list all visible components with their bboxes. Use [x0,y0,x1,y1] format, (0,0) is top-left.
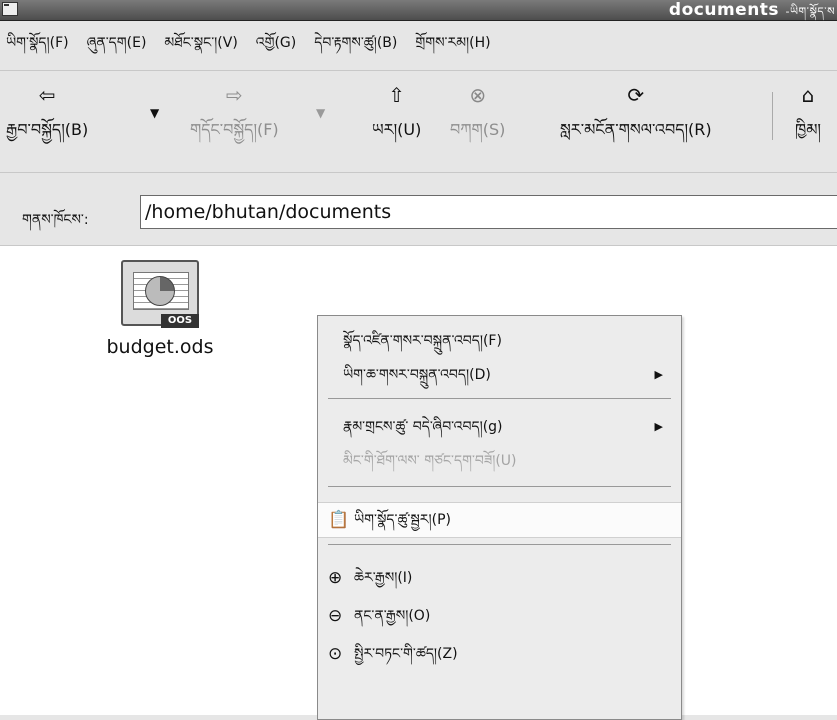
back-arrow-icon: ⇦ [38,83,56,107]
menu-item-clean-up-by-name[interactable]: མིང་གི་ཐོག་ལས་ གཙང་དག་བཟོ།(U) [318,444,681,478]
forward-arrow-icon: ⇨ [225,83,243,107]
submenu-arrow-icon: ▶ [654,368,663,381]
menu-item-zoom-out[interactable]: ⊖ ནང་ན་རྒྱས།(O) [318,599,681,633]
menu-file[interactable]: ཡིག་སྣོད།(F) [6,26,69,66]
context-menu: སྣོད་འཛིན་གསར་བསྐྲུན་འབད།(F) ཡིག་ཆ་གསར་བ… [317,315,682,720]
reload-label: སླར་མངོན་གསལ་འབད།(R) [560,120,712,139]
file-name: budget.ods [106,336,214,358]
stop-icon: ⊗ [469,83,487,107]
menu-separator [328,544,671,545]
spreadsheet-file-icon: OOS [117,260,203,328]
menu-item-label: ཡིག་ཆ་གསར་བསྐྲུན་འབད།(D) [343,367,491,383]
menu-separator [328,486,671,487]
up-arrow-icon: ⇧ [388,83,406,107]
forward-label: གདོང་བསྐྱོད།(F) [190,120,279,139]
forward-history-dropdown[interactable]: ▼ [316,106,325,120]
menu-item-zoom-in[interactable]: ⊕ ཆེར་རྒྱས།(I) [318,561,681,595]
home-icon: ⌂ [801,83,815,107]
up-label: ཡར།(U) [372,120,422,139]
home-label: ཁྱིམ། [795,120,821,139]
menu-item-label: ཡིག་སྣོད་ཚུ་སྦྱར།(P) [354,512,451,528]
toolbar: ⇦ རྒྱབ་བསྐྱོད།(B) ▼ ⇨ གདོང་བསྐྱོད།(F) ▼ … [0,72,837,173]
menu-bar: ཡིག་སྣོད།(F) ཞུན་དག(E) མཐོང་སྣང་།(V) འགྱ… [0,21,837,71]
file-type-badge: OOS [161,314,199,328]
back-button[interactable]: ⇦ རྒྱབ་བསྐྱོད།(B) [6,84,88,157]
menu-item-label: སྣོད་འཛིན་གསར་བསྐྲུན་འབད།(F) [343,333,502,349]
submenu-arrow-icon: ▶ [654,420,663,433]
location-input[interactable]: /home/bhutan/documents [140,195,837,229]
menu-item-create-folder[interactable]: སྣོད་འཛིན་གསར་བསྐྲུན་འབད།(F) [318,324,681,358]
reload-icon: ⟳ [627,83,645,107]
file-item[interactable]: OOS budget.ods [80,260,240,358]
window-title-text: documents [668,0,780,20]
forward-button[interactable]: ⇨ གདོང་བསྐྱོད།(F) [190,84,279,157]
menu-edit[interactable]: ཞུན་དག(E) [87,26,147,66]
location-label: གནས་ཁོངས་: [22,212,89,228]
window-menu-icon[interactable] [2,2,18,16]
menu-item-label: མིང་གི་ཐོག་ལས་ གཙང་དག་བཟོ།(U) [343,453,517,469]
zoom-out-icon: ⊖ [328,606,343,626]
menu-item-arrange-items[interactable]: རྣམ་གྲངས་ཚུ་ བདེ་ཞིབ་འབད།(g) ▶ [318,410,681,444]
zoom-normal-icon: ⊙ [328,644,343,664]
up-button[interactable]: ⇧ ཡར།(U) [372,84,421,157]
menu-view[interactable]: མཐོང་སྣང་།(V) [164,26,237,66]
menu-item-paste-files[interactable]: 📋 ཡིག་སྣོད་ཚུ་སྦྱར།(P) [318,502,681,538]
menu-separator [328,398,671,399]
menu-item-normal-size[interactable]: ⊙ སྤྱིར་བཏང་གི་ཚད།(Z) [318,637,681,671]
menu-help[interactable]: གྲོགས་རམ།(H) [415,26,490,66]
home-button[interactable]: ⌂ ཁྱིམ། [795,84,821,157]
paste-clipboard-icon: 📋 [328,510,350,530]
stop-label: བཀག(S) [450,120,506,139]
location-bar: གནས་ཁོངས་: /home/bhutan/documents [0,173,837,246]
window-title-suffix: -ཡིག་སྣོད་ས [785,5,835,18]
menu-go[interactable]: འགྱོ(G) [256,26,296,66]
menu-item-create-document[interactable]: ཡིག་ཆ་གསར་བསྐྲུན་འབད།(D) ▶ [318,358,681,392]
menu-item-label: རྣམ་གྲངས་ཚུ་ བདེ་ཞིབ་འབད།(g) [343,419,503,435]
back-label: རྒྱབ་བསྐྱོད།(B) [6,120,89,139]
menu-bookmarks[interactable]: དེབ་རྟགས་ཚུ།(B) [314,26,397,66]
toolbar-separator [772,92,773,140]
stop-button[interactable]: ⊗ བཀག(S) [450,84,505,157]
zoom-in-icon: ⊕ [328,568,343,588]
title-bar: documents -ཡིག་སྣོད་ས [0,0,837,21]
back-history-dropdown[interactable]: ▼ [150,106,159,120]
reload-button[interactable]: ⟳ སླར་མངོན་གསལ་འབད།(R) [560,84,712,157]
menu-item-label: སྤྱིར་བཏང་གི་ཚད།(Z) [354,646,458,662]
window-title: documents -ཡིག་སྣོད་ས [669,0,837,20]
menu-item-label: ཆེར་རྒྱས།(I) [354,570,413,586]
menu-item-label: ནང་ན་རྒྱས།(O) [354,608,431,624]
